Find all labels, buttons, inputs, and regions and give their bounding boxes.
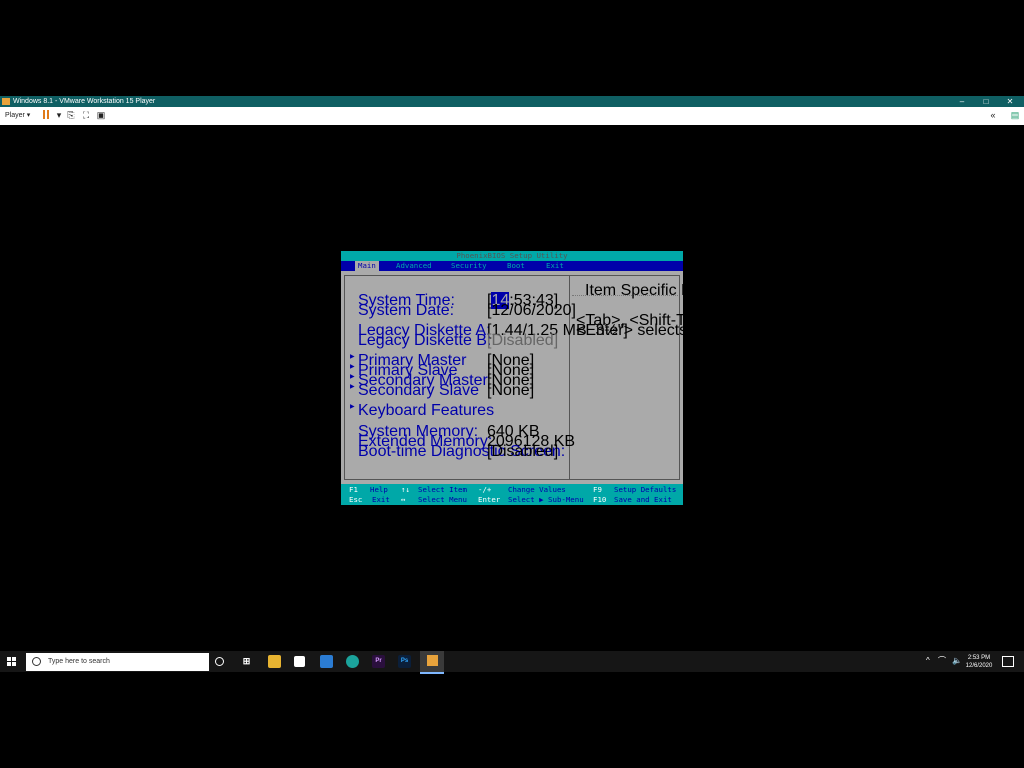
close-button[interactable]: ✕ — [998, 96, 1022, 107]
dropdown-arrow-icon[interactable]: ▾ — [54, 110, 64, 120]
footer-key: F10 — [593, 495, 607, 504]
submenu-arrow-icon: ▶ — [350, 404, 355, 410]
show-hidden-icons[interactable]: ^ — [926, 657, 930, 665]
window-title-bar: Windows 8.1 - VMware Workstation 15 Play… — [0, 96, 1024, 107]
footer-key: F9 — [593, 485, 602, 494]
player-toolbar: Player ▾ ▾ ⎘ ⛶ ▣ « ▤ — [0, 107, 1024, 125]
clock-time: 2:53 PM — [967, 655, 991, 661]
footer-key: ↔ — [401, 495, 406, 504]
footer-desc: Save and Exit — [614, 495, 672, 504]
submenu-arrow-icon: ▶ — [350, 384, 355, 390]
fullscreen-icon[interactable]: ⛶ — [81, 110, 91, 120]
bios-footer: F1 Help ↑↓ Select Item -/+ Change Values… — [341, 484, 683, 505]
help-line-2: <Enter> selects field. — [576, 322, 726, 339]
submenu-arrow-icon: ▶ — [350, 364, 355, 370]
footer-desc: Select ▶ Sub-Menu — [508, 495, 584, 504]
footer-desc: Help — [370, 485, 388, 494]
premiere-icon[interactable]: Pr — [372, 655, 385, 668]
bios-menu-bar: Main Advanced Security Boot Exit — [341, 261, 683, 271]
window-title: Windows 8.1 - VMware Workstation 15 Play… — [13, 98, 156, 105]
menu-main[interactable]: Main — [355, 261, 379, 271]
file-explorer-icon[interactable] — [268, 655, 281, 668]
submenu-arrow-icon: ▶ — [350, 354, 355, 360]
vm-status-icon[interactable]: ▤ — [1010, 110, 1020, 120]
clock-date: 12/6/2020 — [965, 663, 993, 669]
edge-icon[interactable] — [346, 655, 359, 668]
footer-desc: Setup Defaults — [614, 485, 677, 494]
pause-icon[interactable] — [41, 110, 51, 120]
volume-icon[interactable]: 🔈 — [952, 657, 962, 665]
footer-key: Esc — [349, 495, 363, 504]
legacy-diskette-b-label: Legacy Diskette B: — [358, 332, 492, 349]
keyboard-features-label[interactable]: Keyboard Features — [358, 402, 494, 420]
restore-button[interactable]: □ — [974, 96, 998, 107]
footer-key: -/+ — [478, 485, 492, 494]
store-icon[interactable] — [294, 656, 305, 667]
search-icon — [32, 657, 41, 666]
legacy-diskette-b-value: [Disabled] — [487, 332, 559, 349]
footer-desc: Select Menu — [418, 495, 467, 504]
vmware-task-icon[interactable] — [420, 651, 444, 674]
mail-icon[interactable] — [320, 655, 333, 668]
footer-key: Enter — [478, 495, 501, 504]
menu-security[interactable]: Security — [451, 261, 487, 271]
menu-boot[interactable]: Boot — [507, 261, 525, 271]
footer-key: ↑↓ — [401, 485, 410, 494]
bios-title: PhoenixBIOS Setup Utility — [341, 251, 683, 261]
boot-diagnostic-value[interactable]: [Disabled] — [487, 443, 558, 461]
submenu-arrow-icon: ▶ — [350, 374, 355, 380]
menu-exit[interactable]: Exit — [546, 261, 564, 271]
windows-start-icon[interactable] — [7, 657, 17, 667]
footer-desc: Select Item — [418, 485, 467, 494]
system-date-label: System Date: — [358, 302, 455, 319]
footer-desc: Exit — [372, 495, 390, 504]
taskbar: Type here to search ⊞ Pr Ps ^ ⌒ 🔈 2:53 P… — [0, 651, 1024, 674]
player-menu[interactable]: Player ▾ — [5, 111, 30, 119]
secondary-slave-label[interactable]: Secondary Slave — [358, 382, 479, 400]
help-title: Item Specific Help — [585, 282, 714, 299]
notifications-icon[interactable] — [1002, 656, 1014, 667]
clock[interactable]: 2:53 PM 12/6/2020 — [964, 654, 994, 670]
secondary-slave-value: [None] — [487, 382, 535, 399]
footer-key: F1 — [349, 485, 358, 494]
taskbar-search-box[interactable]: Type here to search — [26, 653, 209, 671]
search-placeholder: Type here to search — [48, 658, 110, 665]
menu-advanced[interactable]: Advanced — [396, 261, 432, 271]
send-ctrl-alt-del-icon[interactable]: ⎘ — [66, 110, 76, 120]
collapse-toolbar-icon[interactable]: « — [988, 110, 998, 120]
photoshop-icon[interactable]: Ps — [398, 655, 411, 668]
network-icon[interactable]: ⌒ — [938, 657, 946, 665]
system-date-value[interactable]: [12/06/2020] — [487, 302, 576, 320]
minimize-button[interactable]: – — [950, 96, 974, 107]
vmware-icon — [2, 98, 10, 105]
footer-desc: Change Values — [508, 485, 566, 494]
cortana-icon[interactable] — [215, 657, 224, 666]
task-view-icon[interactable]: ⊞ — [240, 655, 253, 668]
unity-icon[interactable]: ▣ — [96, 110, 106, 120]
